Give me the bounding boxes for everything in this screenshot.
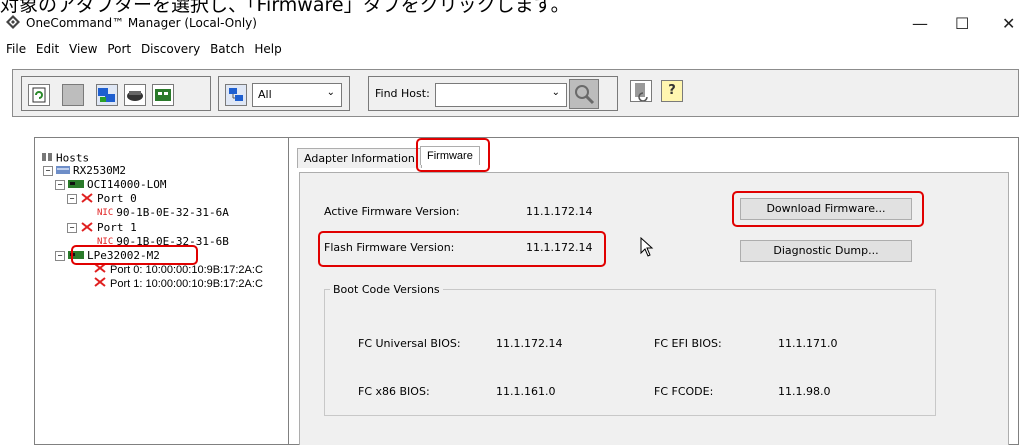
tree-nic0[interactable]: NIC 90-1B-0E-32-31-6A xyxy=(97,206,229,219)
tree-port1[interactable]: − Port 1 xyxy=(67,221,137,234)
tree-label: Port 1: 10:00:00:10:9B:17:2A:C xyxy=(110,277,263,290)
active-firmware-value: 11.1.172.14 xyxy=(526,205,593,218)
toolbar: All ⌄ Find Host: ⌄ ? xyxy=(12,69,1019,117)
active-firmware-label: Active Firmware Version: xyxy=(324,205,460,218)
menu-discovery[interactable]: Discovery xyxy=(141,42,200,56)
cursor-icon xyxy=(640,237,654,257)
menu-view[interactable]: View xyxy=(69,42,97,56)
nic-icon: NIC xyxy=(97,207,114,218)
batch-update-icon[interactable] xyxy=(630,80,652,102)
diagnostic-dump-button[interactable]: Diagnostic Dump... xyxy=(740,240,912,262)
menu-help[interactable]: Help xyxy=(254,42,281,56)
tree-label: Port 0 xyxy=(97,192,137,205)
find-host-group: Find Host: ⌄ xyxy=(368,76,618,111)
minimize-button[interactable]: — xyxy=(912,14,928,33)
fc-fcode-label: FC FCODE: xyxy=(654,385,714,398)
chevron-down-icon: ⌄ xyxy=(551,87,560,98)
app-logo-icon xyxy=(6,15,20,29)
menu-batch[interactable]: Batch xyxy=(210,42,245,56)
filter-value: All xyxy=(258,88,272,101)
port-icon xyxy=(93,263,107,277)
tree-label: 90-1B-0E-32-31-6A xyxy=(116,206,229,219)
title-bar: OneCommand™ Manager (Local-Only) — ☐ ✕ xyxy=(0,12,1026,38)
server-icon xyxy=(56,164,70,178)
menu-port[interactable]: Port xyxy=(107,42,131,56)
menu-bar: File Edit View Port Discovery Batch Help xyxy=(6,42,288,56)
highlight-download-button xyxy=(732,191,924,227)
help-icon[interactable]: ? xyxy=(661,80,683,102)
highlight-adapter xyxy=(71,245,198,265)
port-icon xyxy=(80,192,94,206)
fc-efi-bios-label: FC EFI BIOS: xyxy=(654,337,722,350)
fc-x86-bios-value: 11.1.161.0 xyxy=(496,385,556,398)
firmware-panel: Active Firmware Version: 11.1.172.14 Fla… xyxy=(299,172,1009,445)
find-host-input[interactable]: ⌄ xyxy=(435,83,567,107)
tab-adapter-information[interactable]: Adapter Information xyxy=(297,148,422,168)
port-icon xyxy=(80,221,94,235)
collapse-icon[interactable]: − xyxy=(55,180,65,190)
fc-efi-bios-value: 11.1.171.0 xyxy=(778,337,838,350)
filter-icon xyxy=(225,84,247,106)
maximize-button[interactable]: ☐ xyxy=(955,14,969,33)
menu-edit[interactable]: Edit xyxy=(36,42,59,56)
fc-fcode-value: 11.1.98.0 xyxy=(778,385,831,398)
tree-adapter-oci[interactable]: − OCI14000-LOM xyxy=(55,178,166,191)
collapse-icon[interactable]: − xyxy=(55,251,65,261)
adapter-card-icon xyxy=(68,179,84,192)
port-icon xyxy=(93,277,107,291)
tree-label: Port 1 xyxy=(97,221,137,234)
menu-file[interactable]: File xyxy=(6,42,26,56)
host-tree: Hosts − RX2530M2 − OCI14000-LOM − Port 0 NI… xyxy=(34,137,289,445)
chevron-down-icon: ⌄ xyxy=(326,87,335,98)
boot-code-title: Boot Code Versions xyxy=(330,283,443,296)
tree-host[interactable]: − RX2530M2 xyxy=(43,164,126,177)
fc-x86-bios-label: FC x86 BIOS: xyxy=(358,385,430,398)
tree-label: OCI14000-LOM xyxy=(87,178,167,191)
detail-pane: Adapter Information Firmware Active Firm… xyxy=(288,137,1019,445)
tree-label: Port 0: 10:00:00:10:9B:17:2A:C xyxy=(110,263,263,276)
window-title: OneCommand™ Manager (Local-Only) xyxy=(26,16,257,30)
close-button[interactable]: ✕ xyxy=(1002,14,1015,33)
adapter-view-icon[interactable] xyxy=(152,84,174,106)
fc-universal-bios-value: 11.1.172.14 xyxy=(496,337,563,350)
collapse-icon[interactable]: − xyxy=(43,166,53,176)
collapse-icon[interactable]: − xyxy=(67,194,77,204)
host-grid-icon[interactable] xyxy=(62,84,84,106)
tree-label: Hosts xyxy=(56,151,90,165)
collapse-icon[interactable]: − xyxy=(67,223,77,233)
refresh-icon[interactable] xyxy=(28,84,50,106)
fabric-view-icon[interactable] xyxy=(96,84,118,106)
tree-fcport1[interactable]: Port 1: 10:00:00:10:9B:17:2A:C xyxy=(93,277,263,290)
toolbar-filter-group: All ⌄ xyxy=(218,76,350,111)
search-icon[interactable] xyxy=(569,79,599,109)
tree-label: RX2530M2 xyxy=(73,164,126,177)
highlight-flash-version xyxy=(318,231,606,267)
find-host-label: Find Host: xyxy=(375,87,430,100)
toolbar-view-group xyxy=(21,76,211,111)
highlight-firmware-tab xyxy=(416,138,490,172)
filter-select[interactable]: All ⌄ xyxy=(252,83,342,107)
fc-universal-bios-label: FC Universal BIOS: xyxy=(358,337,461,350)
tree-port0[interactable]: − Port 0 xyxy=(67,192,137,205)
switch-view-icon[interactable] xyxy=(124,84,146,106)
tree-root-hosts[interactable]: Hosts xyxy=(41,151,90,165)
